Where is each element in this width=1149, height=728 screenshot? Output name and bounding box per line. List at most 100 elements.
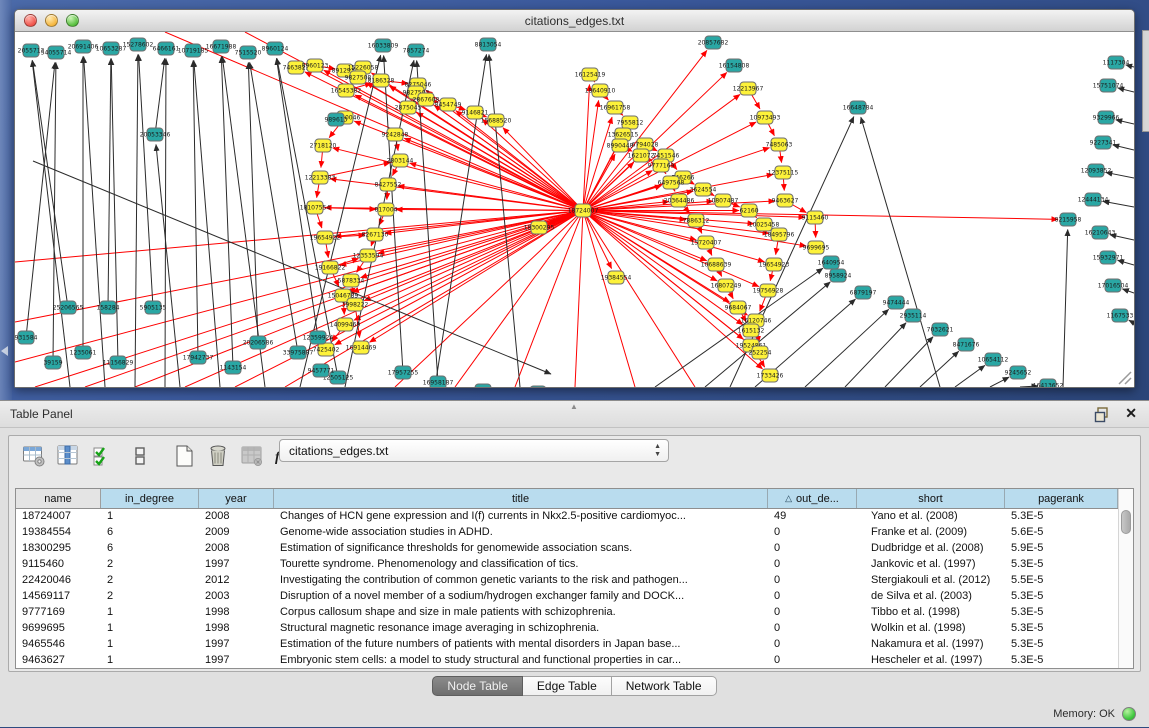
graph-node[interactable]: 12213967: [733, 82, 764, 95]
graph-node[interactable]: 252254: [749, 346, 772, 359]
table-row[interactable]: 1456911722003Disruption of a novel membe…: [16, 589, 1133, 605]
graph-node[interactable]: 16782759: [468, 384, 499, 387]
table-row[interactable]: 2242004622012Investigating the contribut…: [16, 573, 1133, 589]
column-header-pagerank[interactable]: pagerank: [1005, 489, 1118, 508]
table-row[interactable]: 1872400712008Changes of HCN gene express…: [16, 509, 1133, 525]
zoom-window-icon[interactable]: [66, 14, 79, 27]
graph-node[interactable]: 16125419: [575, 68, 606, 81]
graph-node[interactable]: 15751074: [1093, 79, 1124, 92]
new-table-document-icon[interactable]: [169, 443, 199, 469]
table-row[interactable]: 1938455462009Genome-wide association stu…: [16, 525, 1133, 541]
graph-node[interactable]: 16914469: [346, 341, 377, 354]
vertical-scrollbar[interactable]: [1118, 489, 1133, 668]
scrollbar-thumb[interactable]: [1121, 510, 1131, 534]
column-header-title[interactable]: title: [274, 489, 768, 508]
graph-node[interactable]: 16413652: [1033, 379, 1064, 387]
table-row[interactable]: 946362711997Embryonic stem cells: a mode…: [16, 653, 1133, 669]
graph-node[interactable]: 9699695: [803, 241, 830, 254]
resize-grip-icon[interactable]: [1119, 372, 1131, 384]
table-row[interactable]: 969969511998Structural magnetic resonanc…: [16, 621, 1133, 637]
graph-node[interactable]: 15720407: [691, 236, 722, 249]
graph-node[interactable]: 20206586: [243, 336, 274, 349]
tab-edge-table[interactable]: Edge Table: [523, 676, 612, 696]
graph-node[interactable]: 7955812: [617, 116, 644, 129]
graph-node[interactable]: 9329966: [1093, 111, 1120, 124]
table-settings-icon[interactable]: [19, 443, 49, 469]
graph-node[interactable]: 8813054: [475, 38, 502, 51]
minimize-window-icon[interactable]: [45, 14, 58, 27]
graph-node[interactable]: 3624554: [690, 183, 717, 196]
column-header-in-degree[interactable]: in_degree: [101, 489, 199, 508]
graph-node[interactable]: 16807249: [711, 279, 742, 292]
graph-node[interactable]: 14099469: [330, 318, 361, 331]
graph-node[interactable]: 7857274: [403, 44, 430, 57]
graph-node[interactable]: 33975887: [283, 346, 314, 359]
graph-node[interactable]: 17016504: [1098, 279, 1129, 292]
graph-node[interactable]: 20857682: [698, 36, 729, 49]
table-row[interactable]: 977716911998Corpus callosum shape and si…: [16, 605, 1133, 621]
graph-node[interactable]: 8215958: [1055, 213, 1082, 226]
graph-node[interactable]: 16033809: [368, 39, 399, 52]
graph-node[interactable]: 9227341: [1090, 136, 1117, 149]
graph-node[interactable]: 17957255: [388, 366, 419, 379]
graph-node[interactable]: 1117304: [1103, 56, 1130, 69]
graph-node[interactable]: 989613: [325, 113, 348, 126]
graph-node[interactable]: 2935114: [900, 309, 927, 322]
column-header-short[interactable]: short: [857, 489, 1005, 508]
graph-node[interactable]: 817004: [375, 203, 398, 216]
select-rows-check-icon[interactable]: [87, 443, 117, 469]
network-view-window[interactable]: citations_edges.txt 18724007161254191: [14, 9, 1135, 388]
table-row[interactable]: 946554611997Estimation of the future num…: [16, 637, 1133, 653]
network-canvas[interactable]: 1872400716125419186409101696175879558121…: [15, 32, 1134, 387]
graph-node[interactable]: 16545382: [331, 84, 362, 97]
graph-node[interactable]: 10973493: [750, 111, 781, 124]
table-row[interactable]: 911546021997Tourette syndrome. Phenomeno…: [16, 557, 1133, 573]
graph-node[interactable]: 931584: [15, 331, 38, 344]
close-panel-icon[interactable]: ✕: [1125, 405, 1137, 422]
graph-node[interactable]: 7032621: [927, 323, 954, 336]
float-panel-icon[interactable]: [1094, 406, 1111, 423]
graph-node[interactable]: 9474444: [883, 296, 910, 309]
select-column-icon[interactable]: [53, 443, 83, 469]
table-panel-header[interactable]: Table Panel ▲ ✕: [0, 401, 1149, 428]
graph-node[interactable]: 1143154: [220, 361, 247, 374]
graph-node[interactable]: 1235061: [70, 346, 97, 359]
graph-node[interactable]: 16648784: [843, 101, 874, 114]
graph-node[interactable]: 8471676: [953, 338, 980, 351]
graph-node[interactable]: 16961758: [600, 101, 631, 114]
graph-node[interactable]: 7485063: [766, 138, 793, 151]
graph-node[interactable]: 62160: [739, 204, 758, 217]
citation-network-graph[interactable]: 1872400716125419186409101696175879558121…: [15, 32, 1134, 387]
graph-node[interactable]: 8427552: [375, 178, 402, 191]
graph-node[interactable]: 2718120: [310, 139, 337, 152]
graph-node[interactable]: 19654923: [759, 258, 790, 271]
row-boxes-icon[interactable]: [125, 443, 155, 469]
graph-node[interactable]: 25206565: [53, 301, 84, 314]
network-table-selector[interactable]: citations_edges.txt ▲▼: [279, 439, 669, 462]
graph-node[interactable]: 39159: [43, 356, 62, 369]
graph-node[interactable]: 16958187: [423, 376, 454, 387]
graph-node[interactable]: 19384554: [601, 271, 632, 284]
delete-trash-icon[interactable]: [203, 443, 233, 469]
graph-node[interactable]: 6879197: [850, 286, 877, 299]
tab-network-table[interactable]: Network Table: [612, 676, 717, 696]
graph-node[interactable]: 10719185: [178, 44, 209, 57]
tab-node-table[interactable]: Node Table: [432, 676, 523, 696]
graph-node[interactable]: 1733426: [757, 369, 784, 382]
graph-node[interactable]: 12444134: [1078, 193, 1109, 206]
graph-node[interactable]: 7515520: [235, 46, 262, 59]
graph-node[interactable]: 15932971: [1093, 251, 1124, 264]
window-titlebar[interactable]: citations_edges.txt: [15, 10, 1134, 32]
graph-node[interactable]: 17942737: [183, 351, 214, 364]
column-header-out-de-[interactable]: △out_de...: [768, 489, 857, 508]
graph-node[interactable]: 11156829: [103, 356, 134, 369]
graph-node[interactable]: 15278602: [123, 38, 154, 51]
graph-node[interactable]: 12375115: [768, 166, 799, 179]
column-header-year[interactable]: year: [199, 489, 274, 508]
divider-caret-icon[interactable]: ▲: [570, 402, 578, 411]
graph-node[interactable]: 16210643: [1085, 226, 1116, 239]
graph-node[interactable]: 12823448: [523, 386, 554, 387]
graph-node[interactable]: 9242848: [382, 128, 409, 141]
graph-node[interactable]: 8958924: [825, 269, 852, 282]
node-table[interactable]: namein_degreeyeartitle△out_de...shortpag…: [15, 488, 1134, 669]
